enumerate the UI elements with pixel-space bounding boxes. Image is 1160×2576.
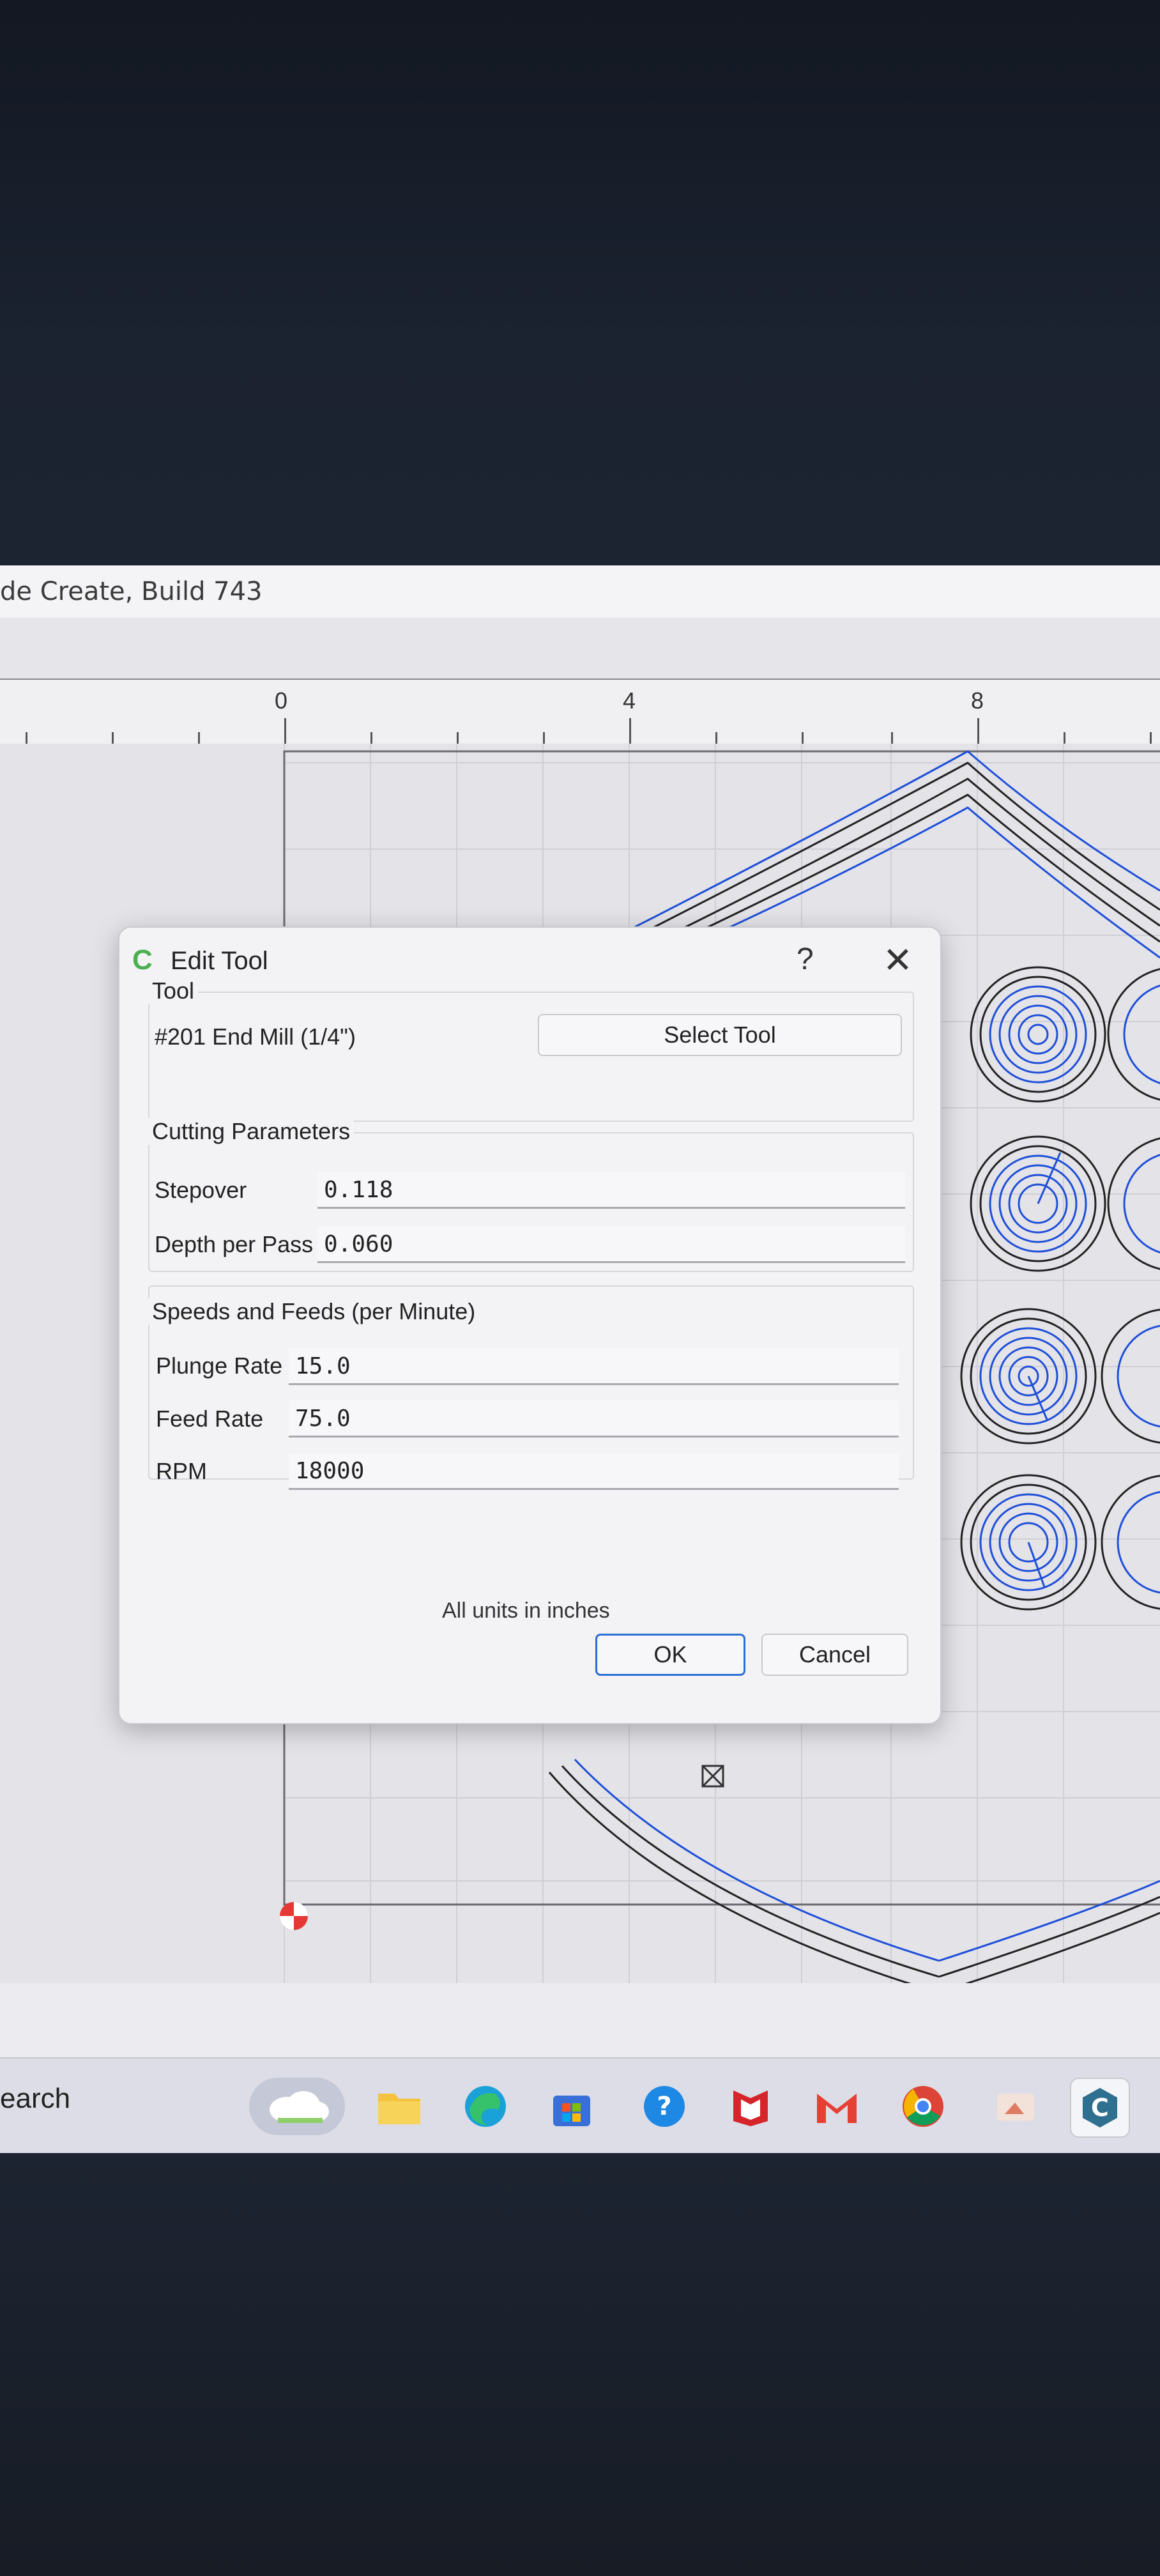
dialog-title: Edit Tool [171, 947, 268, 975]
carbide-create-icon[interactable]: C [1070, 2078, 1130, 2138]
stepover-field[interactable]: 0.118 [317, 1172, 905, 1209]
depth-per-pass-field[interactable]: 0.060 [317, 1226, 905, 1263]
tool-group [148, 992, 914, 1122]
store-icon[interactable] [543, 2078, 600, 2135]
cancel-button[interactable]: Cancel [761, 1634, 908, 1676]
gmail-icon[interactable] [808, 2078, 866, 2135]
mcafee-icon[interactable] [722, 2078, 779, 2135]
close-icon[interactable]: ✕ [883, 939, 913, 981]
speeds-feeds-label: Speeds and Feeds (per Minute) [148, 1298, 480, 1325]
edge-icon[interactable] [457, 2078, 514, 2135]
cutting-parameters-label: Cutting Parameters [148, 1118, 355, 1145]
svg-text:C: C [1091, 2094, 1109, 2122]
ok-button[interactable]: OK [595, 1634, 745, 1676]
title-bar: de Create, Build 743 [0, 565, 1160, 618]
rpm-label: RPM [156, 1458, 207, 1484]
ruler-label-4: 4 [623, 687, 636, 714]
ruler-label-0: 0 [275, 687, 288, 714]
screen: de Create, Build 743 0 4 8 C Edit Tool ?… [0, 565, 1160, 2153]
taskbar-search[interactable]: earch [0, 2083, 70, 2115]
edit-tool-dialog: C Edit Tool ? ✕ Tool #201 End Mill (1/4"… [118, 926, 942, 1724]
taskbar: earch ? C [0, 2057, 1160, 2153]
file-explorer-icon[interactable] [370, 2078, 428, 2135]
rpm-field[interactable]: 18000 [289, 1453, 899, 1490]
depth-per-pass-label: Depth per Pass [155, 1231, 314, 1257]
tool-group-label: Tool [148, 977, 199, 1004]
toolbar [0, 618, 1160, 680]
units-note: All units in inches [442, 1598, 610, 1623]
ruler-label-8: 8 [971, 687, 984, 714]
feed-rate-label: Feed Rate [156, 1406, 264, 1432]
window-title: de Create, Build 743 [0, 577, 263, 606]
weather-icon[interactable] [249, 2078, 345, 2135]
help-icon[interactable]: ? [636, 2078, 693, 2135]
select-tool-button[interactable]: Select Tool [538, 1014, 902, 1056]
plunge-rate-label: Plunge Rate [156, 1353, 283, 1379]
feed-rate-field[interactable]: 75.0 [289, 1400, 899, 1438]
stepover-label: Stepover [155, 1177, 247, 1203]
photos-icon[interactable] [987, 2078, 1044, 2135]
horizontal-ruler: 0 4 8 [0, 678, 1160, 745]
plunge-rate-field[interactable]: 15.0 [289, 1348, 899, 1385]
chrome-icon[interactable] [894, 2078, 952, 2135]
help-button[interactable]: ? [797, 942, 814, 977]
tool-name: #201 End Mill (1/4") [155, 1023, 356, 1050]
carbide-logo-icon: C [132, 944, 153, 976]
monitor-bezel-top [0, 0, 1160, 565]
svg-text:?: ? [657, 2092, 671, 2121]
monitor-bezel-bottom [0, 2153, 1160, 2576]
